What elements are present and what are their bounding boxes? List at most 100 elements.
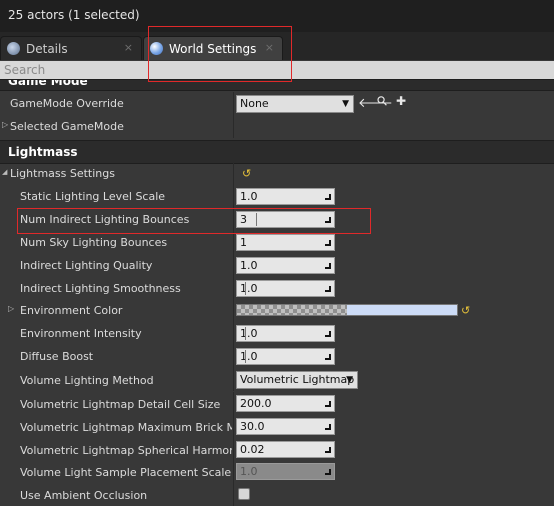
property-label: Volumetric Lightmap Maximum Brick Memo bbox=[20, 421, 232, 434]
property-label: Volumetric Lightmap Detail Cell Size bbox=[20, 398, 221, 411]
column-divider bbox=[233, 277, 234, 300]
column-divider bbox=[233, 438, 234, 461]
slider-fill bbox=[245, 327, 246, 340]
resize-grip-icon bbox=[323, 261, 331, 269]
column-divider bbox=[233, 162, 234, 185]
property-label: Volumetric Lightmap Spherical Harmonic S… bbox=[20, 444, 232, 457]
category-label: Lightmass bbox=[8, 145, 78, 159]
property-label: Use Ambient Occlusion bbox=[20, 489, 148, 502]
property-row: ▷ Selected GameMode bbox=[0, 115, 554, 138]
field-value: 1.0 bbox=[240, 190, 258, 203]
tab-details-label: Details bbox=[26, 41, 68, 56]
resize-grip-icon bbox=[323, 284, 331, 292]
property-label: Environment Color bbox=[20, 304, 123, 317]
indirect-lighting-smoothness-field[interactable]: 1.0 bbox=[236, 280, 335, 297]
resize-grip-icon bbox=[323, 399, 331, 407]
property-label: GameMode Override bbox=[10, 97, 124, 110]
info-icon bbox=[7, 42, 20, 55]
property-row: Volumetric Lightmap Detail Cell Size 200… bbox=[0, 392, 554, 415]
property-row: Use Ambient Occlusion bbox=[0, 483, 554, 506]
field-value: 1.0 bbox=[240, 259, 258, 272]
volume-lighting-method-dropdown[interactable]: Volumetric Lightmap ▼ bbox=[236, 371, 358, 389]
column-divider bbox=[233, 345, 234, 368]
environment-intensity-field[interactable]: 1.0 bbox=[236, 325, 335, 342]
resize-grip-icon bbox=[323, 467, 331, 475]
environment-color-swatch[interactable] bbox=[236, 304, 458, 316]
property-row: Volume Lighting Method Volumetric Lightm… bbox=[0, 368, 554, 391]
slider-fill bbox=[245, 350, 246, 363]
dropdown-value: Volumetric Lightmap bbox=[240, 373, 355, 386]
property-row: Environment Intensity 1.0 bbox=[0, 322, 554, 345]
column-divider bbox=[233, 92, 234, 115]
column-divider bbox=[233, 368, 234, 391]
alpha-checker bbox=[237, 305, 347, 315]
property-row: Num Sky Lighting Bounces 1 bbox=[0, 231, 554, 254]
resize-grip-icon bbox=[323, 192, 331, 200]
property-label: Static Lighting Level Scale bbox=[20, 190, 166, 203]
property-label: Num Sky Lighting Bounces bbox=[20, 236, 168, 249]
category-lightmass[interactable]: Lightmass bbox=[0, 140, 554, 164]
field-value: 0.02 bbox=[240, 443, 265, 456]
property-row: Diffuse Boost 1.0 bbox=[0, 345, 554, 368]
column-divider bbox=[233, 299, 234, 322]
reset-icon[interactable]: ↺ bbox=[461, 304, 470, 317]
property-label: Indirect Lighting Smoothness bbox=[20, 282, 181, 295]
resize-grip-icon bbox=[323, 329, 331, 337]
property-row: Indirect Lighting Quality 1.0 bbox=[0, 254, 554, 277]
sample-placement-scale-field: 1.0 bbox=[236, 463, 335, 480]
chevron-down-icon: ▼ bbox=[342, 99, 349, 109]
detail-cell-size-field[interactable]: 200.0 bbox=[236, 395, 335, 412]
column-divider bbox=[233, 185, 234, 208]
property-label: Indirect Lighting Quality bbox=[20, 259, 153, 272]
property-label: Volume Lighting Method bbox=[20, 374, 154, 387]
field-value: 1.0 bbox=[240, 327, 258, 340]
chevron-down-icon: ▼ bbox=[346, 375, 353, 385]
annotation-box-world-settings bbox=[148, 26, 292, 82]
use-ambient-occlusion-checkbox[interactable] bbox=[238, 488, 250, 500]
resize-grip-icon bbox=[323, 238, 331, 246]
color-fill bbox=[347, 305, 457, 315]
column-divider bbox=[233, 460, 234, 483]
property-row: Volumetric Lightmap Maximum Brick Memo 3… bbox=[0, 415, 554, 438]
maximum-brick-memory-field[interactable]: 30.0 bbox=[236, 418, 335, 435]
field-value: 1.0 bbox=[240, 282, 258, 295]
gamemode-override-dropdown[interactable]: None ▼ bbox=[236, 95, 354, 113]
property-label: Environment Intensity bbox=[20, 327, 142, 340]
expander-icon[interactable]: ▷ bbox=[2, 120, 8, 129]
indirect-lighting-quality-field[interactable]: 1.0 bbox=[236, 257, 335, 274]
column-divider bbox=[233, 322, 234, 345]
property-row: Volumetric Lightmap Spherical Harmonic S… bbox=[0, 438, 554, 461]
column-divider bbox=[233, 483, 234, 506]
tab-details[interactable]: Details × bbox=[0, 36, 142, 60]
diffuse-boost-field[interactable]: 1.0 bbox=[236, 348, 335, 365]
resize-grip-icon bbox=[323, 422, 331, 430]
resize-grip-icon bbox=[323, 352, 331, 360]
property-row: Indirect Lighting Smoothness 1.0 bbox=[0, 277, 554, 300]
field-value: 1.0 bbox=[240, 350, 258, 363]
property-row: Static Lighting Level Scale 1.0 bbox=[0, 185, 554, 208]
expanded-icon[interactable]: ◢ bbox=[2, 168, 7, 176]
property-row: Volume Light Sample Placement Scale 1.0 bbox=[0, 460, 554, 483]
property-label: Selected GameMode bbox=[10, 120, 124, 133]
column-divider bbox=[233, 254, 234, 277]
field-value: 200.0 bbox=[240, 397, 272, 410]
field-value: 30.0 bbox=[240, 420, 265, 433]
slider-fill bbox=[245, 282, 246, 295]
expander-icon[interactable]: ▷ bbox=[8, 304, 14, 313]
close-icon[interactable]: × bbox=[124, 41, 133, 54]
property-row: ◢ Lightmass Settings ↺ bbox=[0, 162, 554, 185]
actor-count-label: 25 actors (1 selected) bbox=[8, 8, 140, 22]
resize-grip-icon bbox=[323, 445, 331, 453]
num-sky-lighting-bounces-field[interactable]: 1 bbox=[236, 234, 335, 251]
static-lighting-level-scale-field[interactable]: 1.0 bbox=[236, 188, 335, 205]
dropdown-value: None bbox=[240, 97, 269, 110]
column-divider bbox=[233, 115, 234, 138]
field-value: 1 bbox=[240, 236, 247, 249]
field-value: 1.0 bbox=[240, 465, 258, 478]
annotation-box-indirect-bounces bbox=[17, 208, 371, 234]
spherical-harmonic-smoothing-field[interactable]: 0.02 bbox=[236, 441, 335, 458]
reset-icon[interactable]: ↺ bbox=[242, 167, 251, 180]
column-divider bbox=[233, 392, 234, 415]
property-label: Volume Light Sample Placement Scale bbox=[20, 466, 232, 479]
add-icon[interactable]: ✚ bbox=[396, 94, 406, 108]
